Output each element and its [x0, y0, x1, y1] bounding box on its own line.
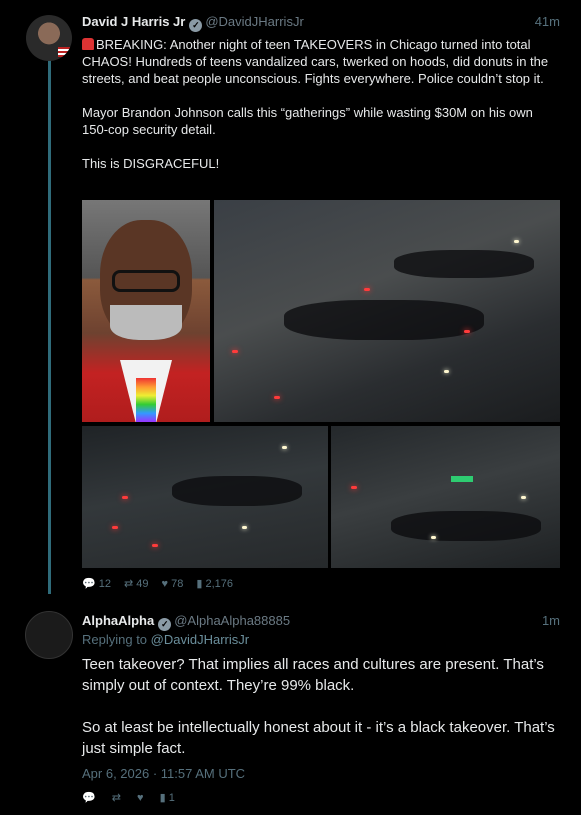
like-icon: ♥: [137, 792, 144, 804]
beard-shape: [110, 305, 182, 340]
car-light: [464, 330, 470, 333]
car-light: [521, 496, 526, 499]
verified-icon: ✓: [158, 618, 172, 631]
tweet-paragraph: So at least be intellectually honest abo…: [82, 719, 555, 757]
face-shape: [100, 220, 192, 340]
retweet-icon: ⇄: [124, 578, 134, 590]
author-row: AlphaAlpha ✓ @AlphaAlpha88885: [82, 613, 290, 631]
avatar[interactable]: [26, 15, 72, 61]
car-light: [364, 288, 370, 291]
car-light: [242, 526, 247, 529]
crowd-shape: [284, 300, 484, 340]
media-image-street-1[interactable]: [214, 200, 560, 422]
car-light: [274, 396, 280, 399]
author-name[interactable]: AlphaAlpha: [82, 613, 154, 628]
crowd-shape: [394, 250, 534, 278]
tweet-paragraph: Teen takeover? That implies all races an…: [82, 656, 544, 694]
crowd-shape: [172, 476, 302, 506]
glasses-shape: [112, 270, 180, 292]
author-row: David J Harris Jr ✓ @DavidJHarrisJr: [82, 14, 304, 32]
replying-mention[interactable]: @DavidJHarrisJr: [151, 632, 249, 647]
tweet-paragraph: This is DISGRACEFUL!: [82, 156, 220, 171]
reply-icon: 💬: [82, 578, 96, 590]
like-button[interactable]: ♥: [137, 792, 147, 804]
avatar[interactable]: [25, 611, 73, 659]
verified-icon: ✓: [189, 19, 203, 32]
car-light: [444, 370, 449, 373]
tie-shape: [136, 378, 156, 422]
tweet-text: Teen takeover? That implies all races an…: [82, 654, 562, 780]
siren-icon: [82, 38, 94, 50]
author-handle[interactable]: @AlphaAlpha88885: [174, 613, 290, 628]
tweet-actions: 💬 ⇄ ♥ ▮ 1: [82, 791, 185, 804]
retweet-icon: ⇄: [111, 792, 121, 804]
reply-button[interactable]: 💬: [82, 792, 99, 804]
retweet-button[interactable]: ⇄: [112, 792, 124, 804]
views-icon: ▮: [196, 578, 203, 590]
replying-to: Replying to @DavidJHarrisJr: [82, 632, 249, 647]
like-icon: ♥: [161, 578, 169, 590]
reply-count: 12: [98, 578, 111, 590]
car-light: [282, 446, 287, 449]
like-count: 78: [171, 578, 184, 590]
views-count: 2,176: [205, 578, 233, 590]
tweet-actions: 💬 12 ⇄ 49 ♥ 78 ▮ 2,176: [82, 577, 243, 590]
tweet-paragraph: BREAKING: Another night of teen TAKEOVER…: [82, 37, 549, 86]
car-light: [122, 496, 128, 499]
car-light: [351, 486, 357, 489]
tweet-text: BREAKING: Another night of teen TAKEOVER…: [82, 36, 552, 189]
retweet-count: 49: [136, 578, 149, 590]
car-light: [514, 240, 519, 243]
tweet-time[interactable]: 41m: [535, 14, 560, 29]
tweet-time[interactable]: 1m: [542, 613, 560, 628]
media-image-street-3[interactable]: [331, 426, 560, 568]
sign-shape: [451, 476, 473, 482]
views-icon: ▮: [159, 792, 166, 804]
replying-label: Replying to: [82, 632, 148, 647]
views-button[interactable]: ▮ 2,176: [196, 578, 233, 590]
views-button[interactable]: ▮ 1: [160, 792, 175, 804]
like-button[interactable]: ♥ 78: [162, 578, 184, 590]
flag-icon: [58, 47, 72, 57]
media-image-street-2[interactable]: [82, 426, 328, 568]
author-handle[interactable]: @DavidJHarrisJr: [205, 14, 303, 29]
media-image-portrait[interactable]: [82, 200, 210, 422]
car-light: [112, 526, 118, 529]
author-name[interactable]: David J Harris Jr: [82, 14, 185, 29]
retweet-button[interactable]: ⇄ 49: [124, 578, 148, 590]
reply-icon: 💬: [82, 792, 96, 804]
car-light: [152, 544, 158, 547]
thread-line: [48, 56, 51, 594]
reply-button[interactable]: 💬 12: [82, 578, 111, 590]
tweet-paragraph: Mayor Brandon Johnson calls this “gather…: [82, 105, 533, 137]
car-light: [431, 536, 436, 539]
views-count: 1: [168, 792, 175, 804]
car-light: [232, 350, 238, 353]
tweet-date[interactable]: Apr 6, 2026 · 11:57 AM UTC: [82, 766, 245, 781]
crowd-shape: [391, 511, 541, 541]
